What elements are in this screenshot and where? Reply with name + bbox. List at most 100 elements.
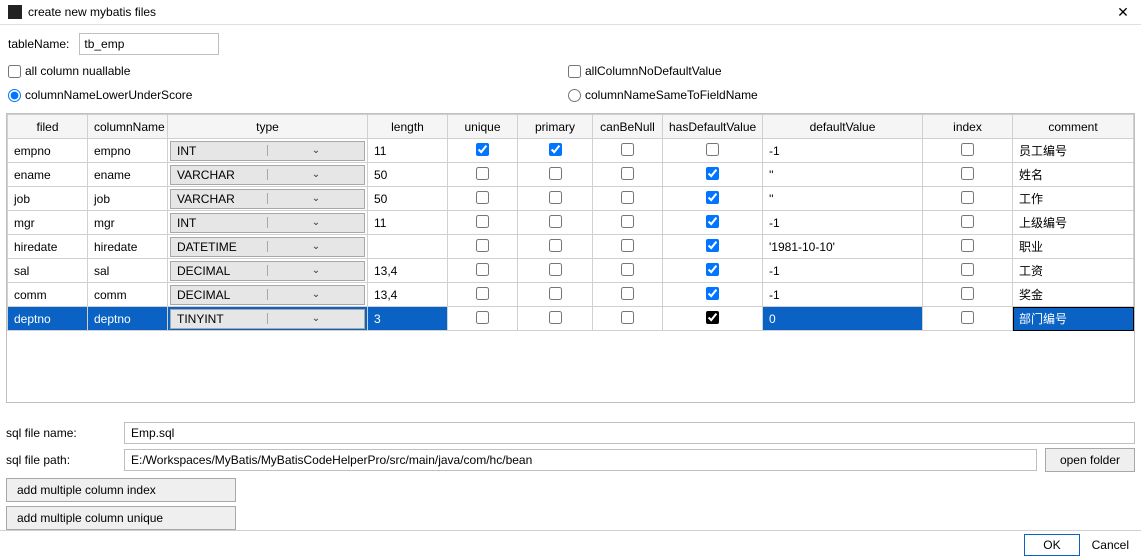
cell-length[interactable]: 3 <box>368 307 448 331</box>
cell-hasdefault[interactable] <box>663 307 763 331</box>
cell-canbenull[interactable] <box>593 235 663 259</box>
index-checkbox[interactable] <box>961 167 974 180</box>
primary-checkbox[interactable] <box>549 311 562 324</box>
cell-length[interactable]: 11 <box>368 211 448 235</box>
header-type[interactable]: type <box>168 115 368 139</box>
canbenull-checkbox[interactable] <box>621 239 634 252</box>
cell-type[interactable]: DATETIME⌄ <box>168 235 368 259</box>
cell-length[interactable]: 13,4 <box>368 283 448 307</box>
cell-comment[interactable]: 工资 <box>1013 259 1134 283</box>
cell-index[interactable] <box>923 187 1013 211</box>
cell-columnname[interactable]: ename <box>88 163 168 187</box>
primary-checkbox[interactable] <box>549 191 562 204</box>
cell-type[interactable]: TINYINT⌄ <box>168 307 368 331</box>
primary-checkbox[interactable] <box>549 239 562 252</box>
canbenull-checkbox[interactable] <box>621 143 634 156</box>
cell-comment[interactable]: 上级编号 <box>1013 211 1134 235</box>
close-icon[interactable]: ✕ <box>1113 2 1133 22</box>
unique-checkbox[interactable] <box>476 263 489 276</box>
cell-unique[interactable] <box>448 163 518 187</box>
primary-checkbox[interactable] <box>549 263 562 276</box>
table-row[interactable]: salsalDECIMAL⌄13,4-1工资 <box>8 259 1134 283</box>
header-defaultvalue[interactable]: defaultValue <box>763 115 923 139</box>
canbenull-checkbox[interactable] <box>621 215 634 228</box>
cell-columnname[interactable]: empno <box>88 139 168 163</box>
cell-unique[interactable] <box>448 307 518 331</box>
header-filed[interactable]: filed <box>8 115 88 139</box>
cell-length[interactable]: 50 <box>368 163 448 187</box>
cell-canbenull[interactable] <box>593 283 663 307</box>
cell-type[interactable]: DECIMAL⌄ <box>168 259 368 283</box>
cell-comment[interactable]: 姓名 <box>1013 163 1134 187</box>
canbenull-checkbox[interactable] <box>621 287 634 300</box>
table-row[interactable]: enameenameVARCHAR⌄50''姓名 <box>8 163 1134 187</box>
cell-unique[interactable] <box>448 187 518 211</box>
header-length[interactable]: length <box>368 115 448 139</box>
cell-canbenull[interactable] <box>593 259 663 283</box>
cell-primary[interactable] <box>518 307 593 331</box>
cell-length[interactable] <box>368 235 448 259</box>
ok-button[interactable]: OK <box>1024 534 1079 556</box>
cell-length[interactable]: 13,4 <box>368 259 448 283</box>
cell-unique[interactable] <box>448 211 518 235</box>
hasdefault-checkbox[interactable] <box>706 143 719 156</box>
unique-checkbox[interactable] <box>476 143 489 156</box>
canbenull-checkbox[interactable] <box>621 311 634 324</box>
cell-unique[interactable] <box>448 139 518 163</box>
cell-filed[interactable]: mgr <box>8 211 88 235</box>
cell-index[interactable] <box>923 259 1013 283</box>
canbenull-checkbox[interactable] <box>621 167 634 180</box>
cell-hasdefault[interactable] <box>663 163 763 187</box>
unique-checkbox[interactable] <box>476 215 489 228</box>
index-checkbox[interactable] <box>961 191 974 204</box>
cell-defaultvalue[interactable]: '1981-10-10' <box>763 235 923 259</box>
type-dropdown[interactable]: DECIMAL⌄ <box>170 285 365 305</box>
index-checkbox[interactable] <box>961 311 974 324</box>
index-checkbox[interactable] <box>961 239 974 252</box>
add-multiple-index-button[interactable]: add multiple column index <box>6 478 236 502</box>
cell-type[interactable]: INT⌄ <box>168 139 368 163</box>
cell-filed[interactable]: job <box>8 187 88 211</box>
cell-columnname[interactable]: deptno <box>88 307 168 331</box>
cell-columnname[interactable]: job <box>88 187 168 211</box>
all-column-no-default-checkbox[interactable] <box>568 65 581 78</box>
cancel-button[interactable]: Cancel <box>1092 538 1129 552</box>
type-dropdown[interactable]: VARCHAR⌄ <box>170 189 365 209</box>
header-canbenull[interactable]: canBeNull <box>593 115 663 139</box>
table-row[interactable]: hiredatehiredateDATETIME⌄'1981-10-10'职业 <box>8 235 1134 259</box>
cell-index[interactable] <box>923 235 1013 259</box>
cell-columnname[interactable]: hiredate <box>88 235 168 259</box>
type-dropdown[interactable]: INT⌄ <box>170 141 365 161</box>
index-checkbox[interactable] <box>961 215 974 228</box>
cell-filed[interactable]: ename <box>8 163 88 187</box>
index-checkbox[interactable] <box>961 287 974 300</box>
sql-file-path-input[interactable] <box>124 449 1037 471</box>
cell-primary[interactable] <box>518 283 593 307</box>
cell-filed[interactable]: empno <box>8 139 88 163</box>
cell-hasdefault[interactable] <box>663 259 763 283</box>
cell-canbenull[interactable] <box>593 307 663 331</box>
header-primary[interactable]: primary <box>518 115 593 139</box>
cell-defaultvalue[interactable]: '' <box>763 187 923 211</box>
header-unique[interactable]: unique <box>448 115 518 139</box>
cell-type[interactable]: DECIMAL⌄ <box>168 283 368 307</box>
table-row[interactable]: jobjobVARCHAR⌄50''工作 <box>8 187 1134 211</box>
cell-defaultvalue[interactable]: 0 <box>763 307 923 331</box>
unique-checkbox[interactable] <box>476 287 489 300</box>
cell-hasdefault[interactable] <box>663 235 763 259</box>
cell-canbenull[interactable] <box>593 163 663 187</box>
cell-comment[interactable]: 职业 <box>1013 235 1134 259</box>
cell-index[interactable] <box>923 307 1013 331</box>
cell-primary[interactable] <box>518 211 593 235</box>
unique-checkbox[interactable] <box>476 167 489 180</box>
index-checkbox[interactable] <box>961 263 974 276</box>
hasdefault-checkbox[interactable] <box>706 311 719 324</box>
header-comment[interactable]: comment <box>1013 115 1134 139</box>
hasdefault-checkbox[interactable] <box>706 239 719 252</box>
hasdefault-checkbox[interactable] <box>706 167 719 180</box>
cell-length[interactable]: 50 <box>368 187 448 211</box>
cell-defaultvalue[interactable]: -1 <box>763 283 923 307</box>
cell-hasdefault[interactable] <box>663 283 763 307</box>
cell-filed[interactable]: sal <box>8 259 88 283</box>
cell-canbenull[interactable] <box>593 211 663 235</box>
